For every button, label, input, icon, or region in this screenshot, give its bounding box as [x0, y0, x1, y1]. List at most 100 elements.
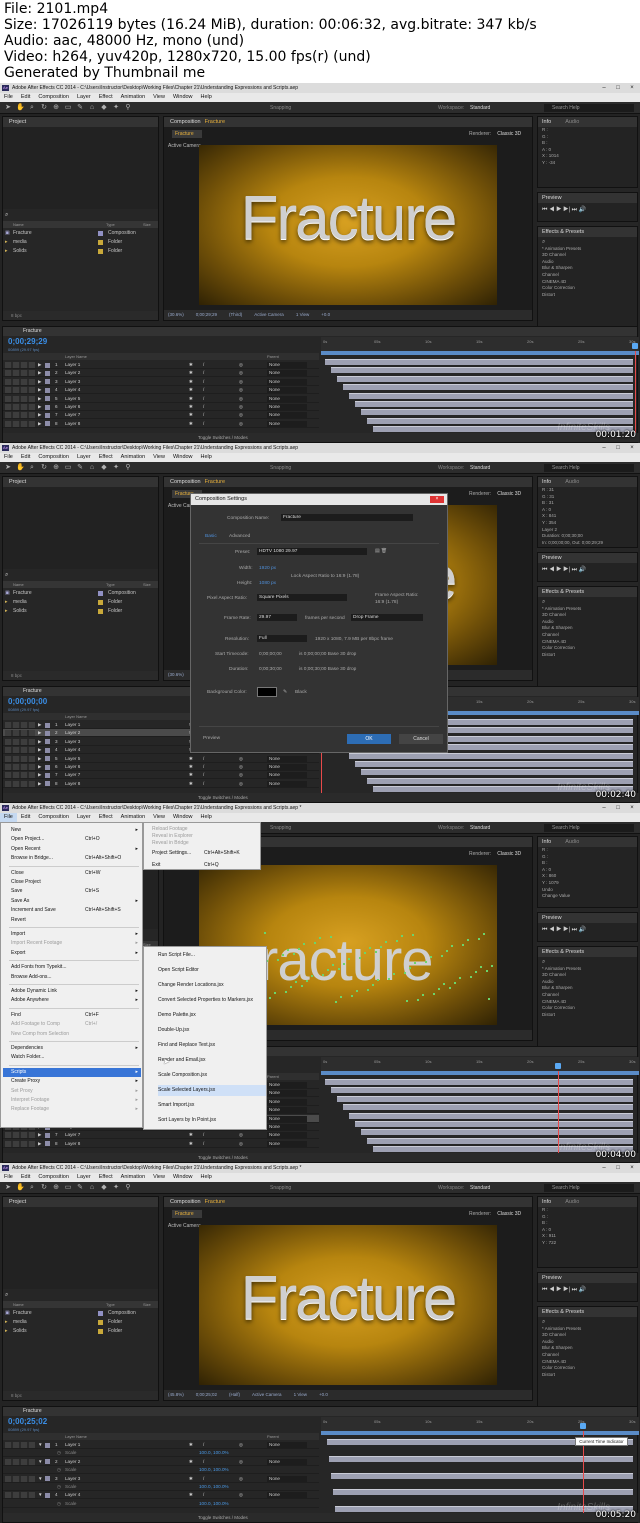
rotate-tool-icon[interactable]: ↻	[40, 1184, 48, 1192]
effects-category[interactable]: Blur & Sharpen	[538, 625, 637, 632]
layer-switches[interactable]	[5, 1475, 35, 1482]
layer-fx-icon[interactable]: /	[203, 395, 204, 403]
layer-fx-icon[interactable]: /	[203, 369, 204, 377]
layer-fx-icon[interactable]: /	[203, 1140, 204, 1148]
audio-tab[interactable]: Audio	[565, 479, 579, 485]
file-menu-item[interactable]: Watch Folder...	[11, 1053, 141, 1062]
file-menu-item[interactable]: Dependencies ▸	[11, 1044, 141, 1053]
effects-search-icon[interactable]: ⌕	[538, 957, 637, 966]
menu-layer[interactable]: Layer	[73, 813, 95, 822]
layer-parent-select[interactable]: None	[267, 1442, 307, 1448]
comp-footer-control[interactable]: 0;00;25;02	[196, 1392, 217, 1397]
layer-switches[interactable]	[5, 730, 35, 737]
preview-checkbox[interactable]: Preview	[203, 736, 220, 741]
hand-tool-icon[interactable]: ✋	[16, 464, 25, 472]
pin-tool-icon[interactable]: ⚲	[124, 464, 132, 472]
menu-view[interactable]: View	[149, 453, 169, 462]
layer-parent-select[interactable]: None	[267, 1475, 307, 1482]
workspace-select[interactable]: Standard	[470, 1185, 490, 1191]
menu-help[interactable]: Help	[197, 1173, 216, 1182]
minimize-icon[interactable]: –	[598, 84, 610, 92]
expand-arrow-icon[interactable]: ▶	[38, 721, 42, 729]
comp-viewer[interactable]: Fracture	[199, 1225, 497, 1385]
project-item[interactable]: ▸ Solids Folder	[3, 247, 158, 256]
layer-switches[interactable]	[5, 722, 35, 728]
menu-window[interactable]: Window	[169, 1173, 197, 1182]
layer-parent-select[interactable]: None	[267, 1107, 307, 1114]
layer-row[interactable]: ▶ 7 Layer 7 ✱ / ◎ None	[3, 1131, 319, 1140]
selection-tool-icon[interactable]: ➤	[4, 1184, 12, 1192]
layer-parent-select[interactable]: None	[267, 1458, 307, 1465]
layer-parent-select[interactable]: None	[267, 1124, 307, 1130]
layer-name[interactable]: Layer 7	[65, 1131, 80, 1139]
effects-category[interactable]: Blur & Sharpen	[538, 985, 637, 992]
menu-help[interactable]: Help	[197, 453, 216, 462]
scale-value[interactable]: 100.0, 100.0%	[199, 1500, 229, 1508]
layer-parent-select[interactable]: None	[267, 1140, 307, 1147]
menu-effect[interactable]: Effect	[95, 453, 117, 462]
work-area-bar[interactable]	[321, 351, 639, 355]
file-menu-item[interactable]: Create Proxy ▸	[11, 1077, 141, 1086]
expand-arrow-icon[interactable]: ▶	[38, 369, 42, 377]
stopwatch-icon[interactable]: ◷	[57, 1466, 61, 1474]
layer-switches[interactable]	[5, 387, 35, 394]
layer-duration-bar[interactable]	[343, 384, 633, 391]
layer-duration-bar[interactable]	[331, 1472, 633, 1479]
expand-arrow-icon[interactable]: ▶	[38, 361, 42, 369]
layer-parent-select[interactable]: None	[267, 387, 307, 394]
layer-3d-icon[interactable]: ◎	[239, 403, 243, 411]
effects-category[interactable]: CINEMA 4D	[538, 1359, 637, 1366]
layer-switches[interactable]	[5, 755, 35, 762]
layer-switches[interactable]	[5, 395, 35, 402]
layer-name[interactable]: Layer 5	[65, 755, 80, 763]
comp-footer-control[interactable]: (30.6%)	[168, 672, 184, 677]
search-help-input[interactable]: Search Help	[544, 824, 634, 832]
effects-category[interactable]: * Animation Presets	[538, 1326, 637, 1333]
effects-category[interactable]: Channel	[538, 272, 637, 279]
save-preset-icon[interactable]: ▤ 🗑	[375, 549, 387, 554]
file-menu-item[interactable]: Browse Add-ons...	[11, 973, 141, 982]
layer-3d-icon[interactable]: ◎	[239, 386, 243, 394]
layer-row[interactable]: ▼ 1 Layer 1 ✱ / ◎ None	[3, 1441, 319, 1450]
comp-footer-control[interactable]: (Third)	[229, 312, 242, 317]
layer-row[interactable]: ▶ 1 Layer 1 ✱ / ◎ None	[3, 361, 319, 370]
scale-property-row[interactable]: ◷ Scale 100.0, 100.0%	[3, 1449, 319, 1458]
layer-fx-icon[interactable]: /	[203, 771, 204, 779]
layer-shy-icon[interactable]: ✱	[189, 771, 193, 779]
preview-controls[interactable]: ⏮ ◀ ▶ ▶| ⏭ 🔊	[538, 563, 637, 574]
expand-arrow-icon[interactable]: ▶	[38, 395, 42, 403]
layer-3d-icon[interactable]: ◎	[239, 771, 243, 779]
expand-arrow-icon[interactable]: ▼	[38, 1475, 43, 1483]
close-icon[interactable]: ×	[626, 84, 638, 92]
pen-tool-icon[interactable]: ✎	[76, 1184, 84, 1192]
expand-arrow-icon[interactable]: ▶	[38, 780, 42, 788]
rectangle-tool-icon[interactable]: ▭	[64, 104, 72, 112]
menu-layer[interactable]: Layer	[73, 93, 95, 102]
comp-footer-control[interactable]: Active Camera	[252, 1392, 282, 1397]
layer-name[interactable]: Layer 4	[65, 1491, 80, 1499]
renderer-value[interactable]: Classic 3D	[497, 131, 521, 137]
ok-button[interactable]: OK	[347, 734, 391, 744]
scale-property-row[interactable]: ◷ Scale 100.0, 100.0%	[3, 1500, 319, 1508]
effects-category[interactable]: Channel	[538, 632, 637, 639]
layer-shy-icon[interactable]: ✱	[189, 780, 193, 788]
layer-shy-icon[interactable]: ✱	[189, 378, 193, 386]
layer-row[interactable]: ▶ 7 Layer 7 ✱ / ◎ None	[3, 771, 319, 780]
info-tab[interactable]: Info	[542, 119, 551, 125]
layer-3d-icon[interactable]: ◎	[239, 755, 243, 763]
col-name[interactable]: Name	[13, 221, 24, 228]
menu-help[interactable]: Help	[197, 813, 216, 822]
menu-animation[interactable]: Animation	[117, 813, 149, 822]
comp-tab-fracture[interactable]: Fracture	[172, 1210, 202, 1218]
effects-category[interactable]: Channel	[538, 1352, 637, 1359]
menu-composition[interactable]: Composition	[34, 93, 73, 102]
effects-category[interactable]: Color Correction	[538, 1365, 637, 1372]
comp-footer-control[interactable]: 0;00;29;29	[196, 312, 217, 317]
col-name[interactable]: Name	[13, 1301, 24, 1308]
layer-row[interactable]: ▶ 6 Layer 6 ✱ / ◎ None	[3, 403, 319, 412]
stamp-tool-icon[interactable]: ✦	[112, 1184, 120, 1192]
workspace-select[interactable]: Standard	[470, 825, 490, 831]
comp-footer-control[interactable]: +0.0	[319, 1392, 328, 1397]
preview-tab[interactable]: Preview	[538, 553, 637, 563]
effects-category[interactable]: Audio	[538, 619, 637, 626]
